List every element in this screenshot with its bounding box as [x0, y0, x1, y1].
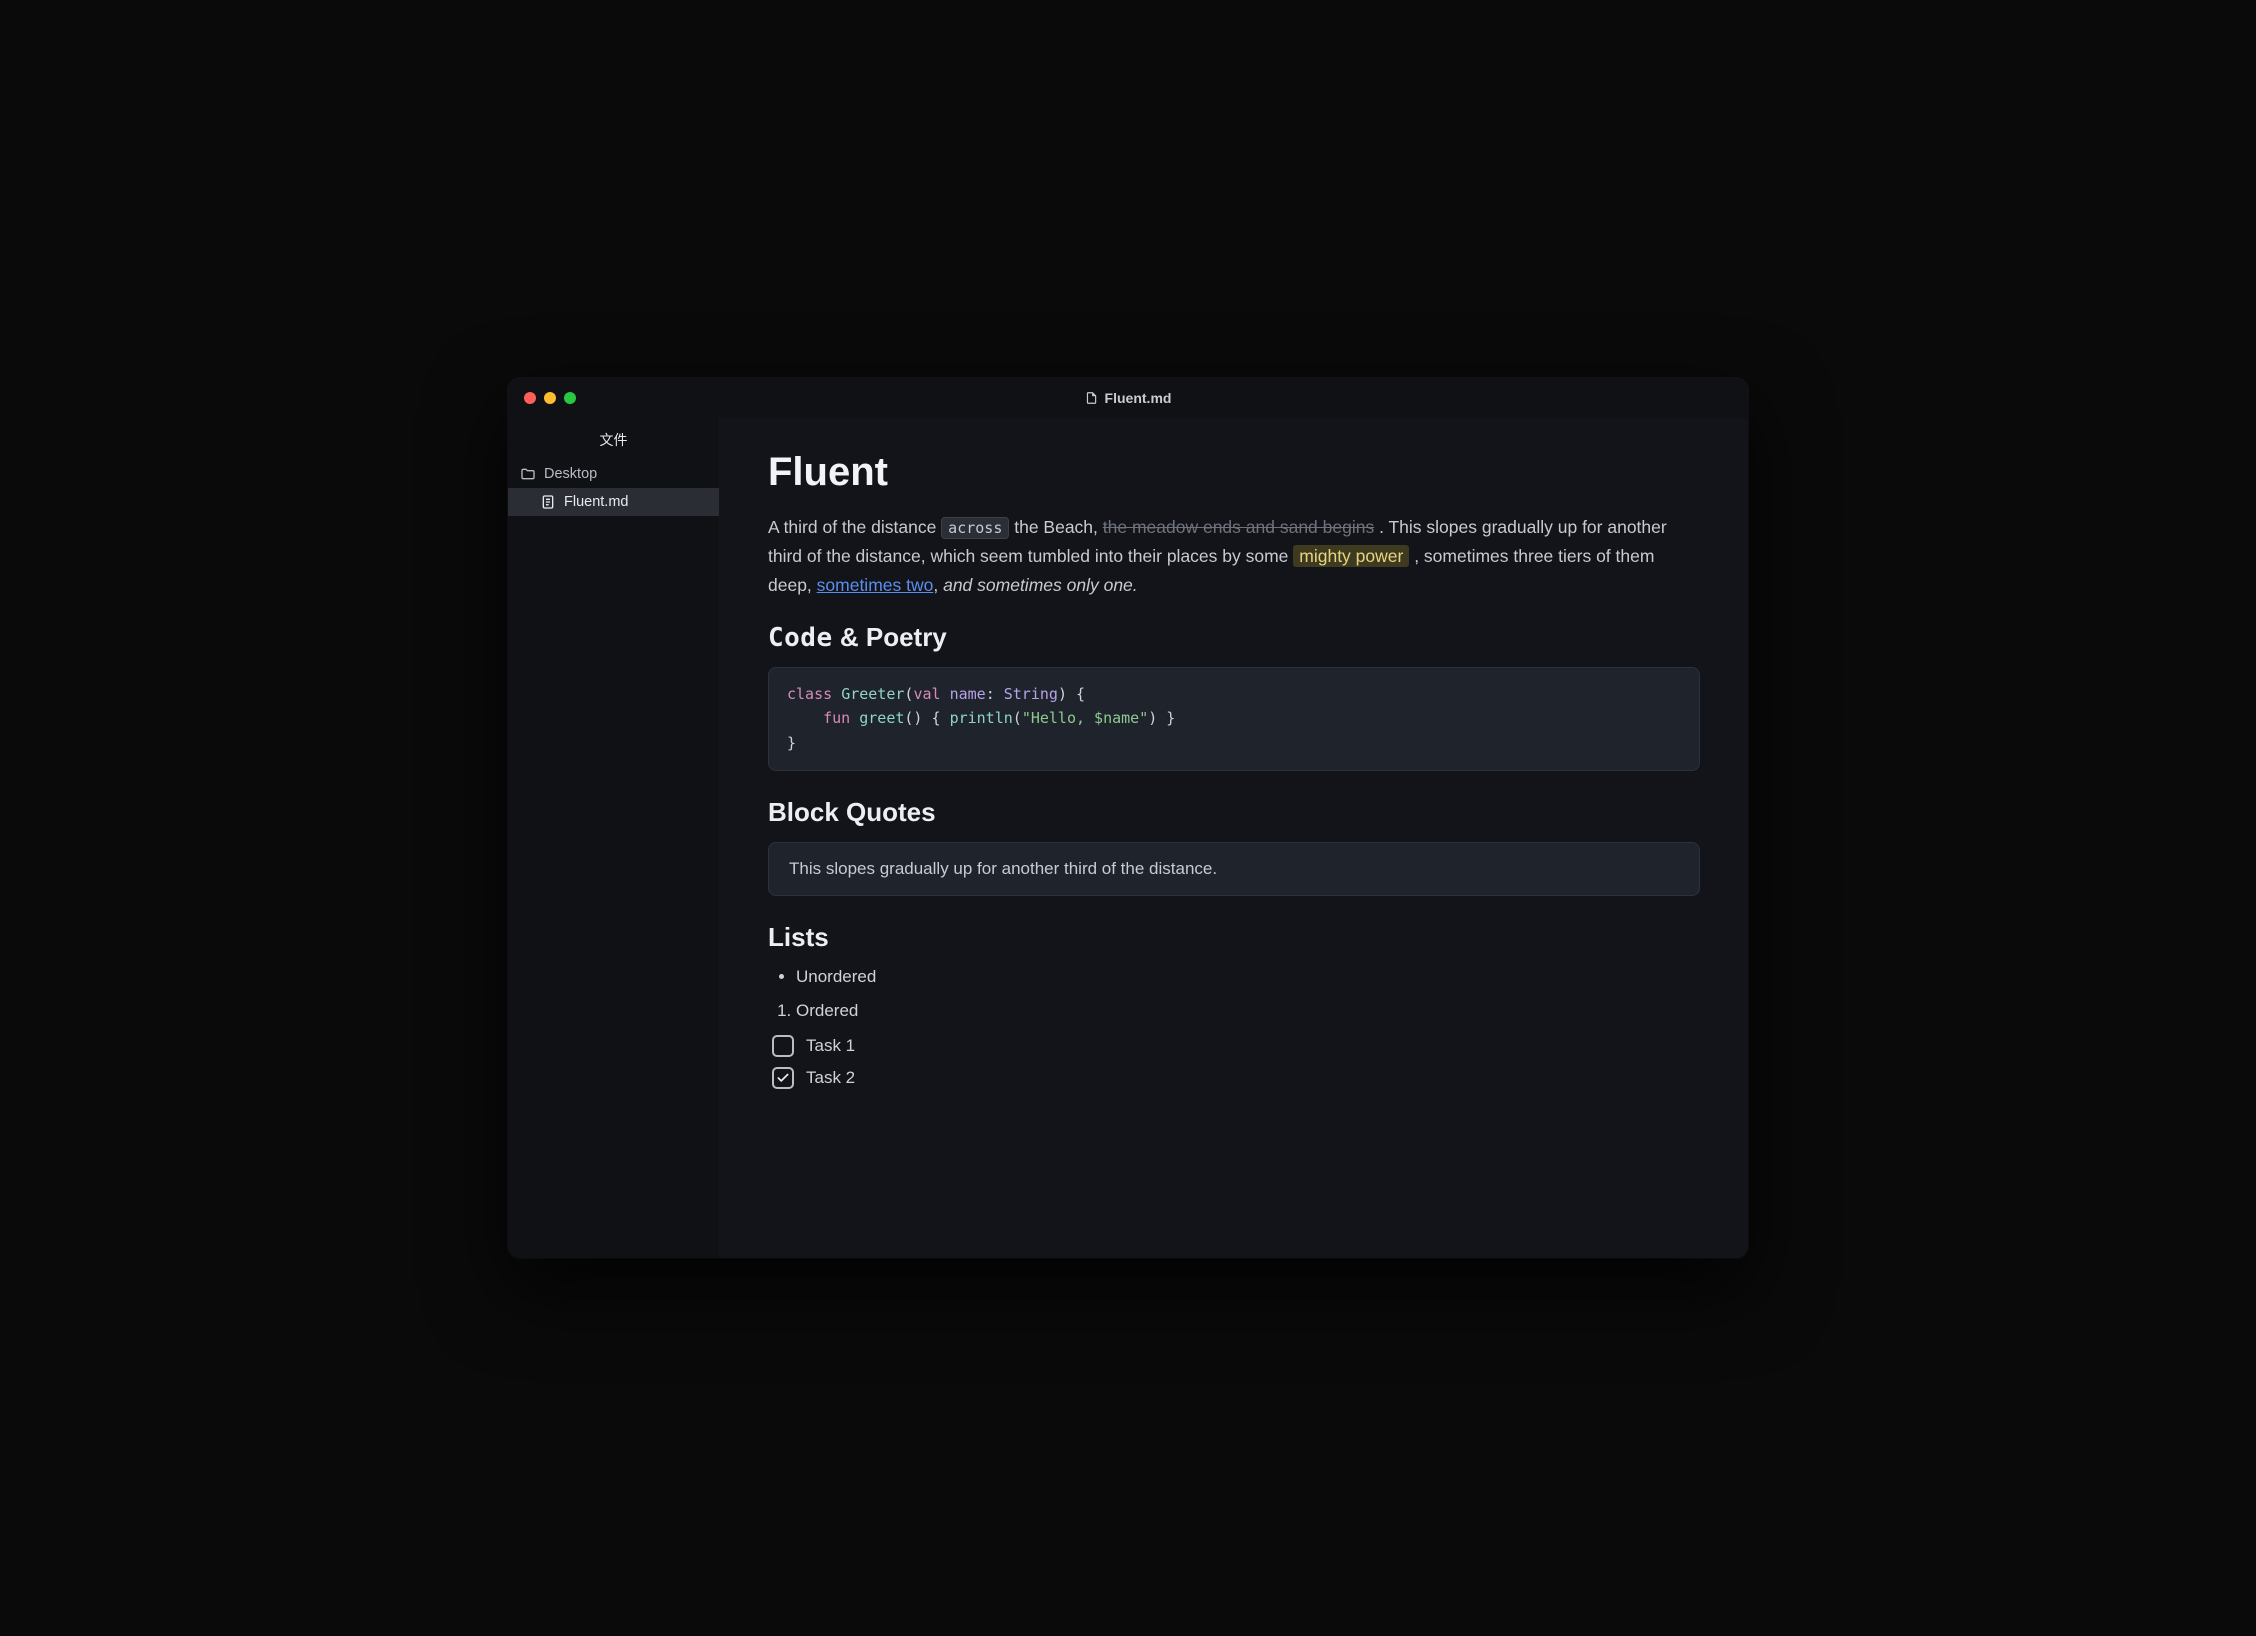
check-icon: [776, 1071, 790, 1085]
sidebar-header: 文件: [508, 422, 719, 460]
window-title: Fluent.md: [1085, 390, 1172, 406]
code-token: ) }: [1148, 709, 1175, 727]
document-icon: [1085, 390, 1099, 406]
titlebar: Fluent.md: [508, 378, 1748, 418]
heading-code-poetry: Code & Poetry: [768, 622, 1700, 653]
heading-part: & Poetry: [833, 622, 947, 652]
text-text: ,: [933, 575, 943, 595]
blockquote: This slopes gradually up for another thi…: [768, 842, 1700, 896]
task-list: Task 1 Task 2: [768, 1035, 1700, 1089]
code-token: Greeter: [841, 685, 904, 703]
text-link[interactable]: sometimes two: [817, 575, 934, 595]
code-token: () {: [904, 709, 949, 727]
text-text: the Beach,: [1009, 517, 1102, 537]
window-minimize-button[interactable]: [544, 392, 556, 404]
heading-lists: Lists: [768, 922, 1700, 953]
window-title-text: Fluent.md: [1105, 390, 1172, 406]
code-block: class Greeter ( val name: String) { fun gr…: [768, 667, 1700, 771]
text-strike: the meadow ends and sand begins: [1103, 517, 1374, 537]
ordered-list: Ordered: [768, 1001, 1700, 1021]
code-token: "Hello, $name": [1022, 709, 1148, 727]
code-token: }: [787, 734, 796, 752]
code-token: [850, 709, 859, 727]
page-title: Fluent: [768, 450, 1700, 495]
code-token: [832, 685, 841, 703]
window-maximize-button[interactable]: [564, 392, 576, 404]
code-token: (: [1013, 709, 1022, 727]
text-italic: and sometimes only one.: [943, 575, 1138, 595]
code-token: greet: [859, 709, 904, 727]
list-item: Unordered: [796, 967, 1700, 987]
code-token: ) {: [1058, 685, 1085, 703]
task-label: Task 1: [806, 1036, 855, 1056]
body: 文件 Desktop Fluent.md Fluent A third of: [508, 418, 1748, 1258]
sidebar-item-desktop[interactable]: Desktop: [508, 460, 719, 488]
traffic-lights: [508, 392, 576, 404]
task-label: Task 2: [806, 1068, 855, 1088]
code-token: println: [950, 709, 1013, 727]
checkbox-checked[interactable]: [772, 1067, 794, 1089]
code-token: fun: [823, 709, 850, 727]
text-highlight: mighty power: [1293, 545, 1409, 567]
task-item: Task 1: [772, 1035, 1700, 1057]
sidebar-item-label: Fluent.md: [564, 494, 628, 510]
code-token: val: [913, 685, 940, 703]
code-token: :: [986, 685, 1004, 703]
window-close-button[interactable]: [524, 392, 536, 404]
task-item: Task 2: [772, 1067, 1700, 1089]
text-text: A third of the distance: [768, 517, 941, 537]
code-token: [787, 709, 823, 727]
code-token: String: [1004, 685, 1058, 703]
checkbox-unchecked[interactable]: [772, 1035, 794, 1057]
code-token: class: [787, 685, 832, 703]
code-token: [941, 685, 950, 703]
heading-part: Code: [768, 623, 833, 653]
unordered-list: Unordered: [768, 967, 1700, 987]
text-code: across: [941, 517, 1009, 539]
code-token: name: [950, 685, 986, 703]
editor-content[interactable]: Fluent A third of the distance across th…: [720, 418, 1748, 1258]
folder-icon: [520, 466, 536, 482]
app-window: Fluent.md 文件 Desktop Fluent.md: [508, 378, 1748, 1258]
sidebar-item-label: Desktop: [544, 466, 597, 482]
document-icon: [540, 494, 556, 510]
list-item: Ordered: [796, 1001, 1700, 1021]
heading-block-quotes: Block Quotes: [768, 797, 1700, 828]
intro-paragraph: A third of the distance across the Beach…: [768, 513, 1700, 600]
sidebar: 文件 Desktop Fluent.md: [508, 418, 720, 1258]
sidebar-item-fluent[interactable]: Fluent.md: [508, 488, 719, 516]
